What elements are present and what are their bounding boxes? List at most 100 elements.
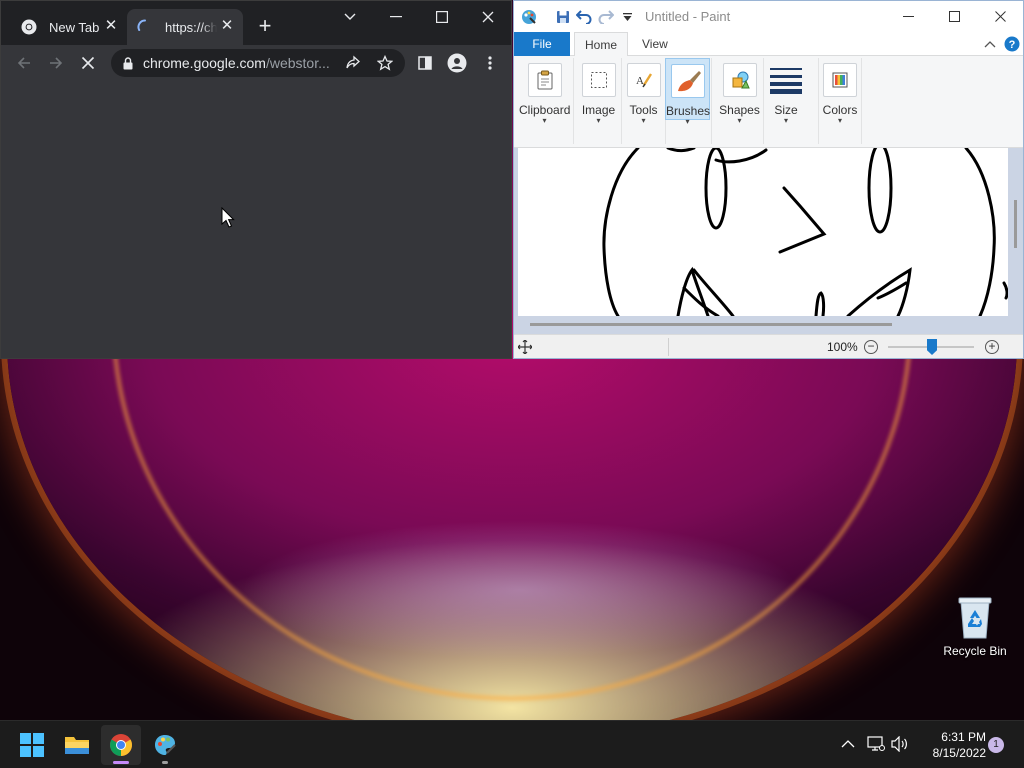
show-hidden-icons-button[interactable] (837, 733, 859, 755)
start-button[interactable] (12, 725, 52, 765)
group-label: Size (774, 103, 798, 117)
chrome-window: New Tab ✕ https://ch ✕ + chrome.google.c… (0, 0, 512, 359)
dropdown-icon (622, 13, 632, 21)
share-icon[interactable] (345, 55, 361, 74)
group-label: Clipboard (519, 103, 571, 117)
recycle-bin-icon (956, 594, 994, 640)
paint-minimize-button[interactable] (885, 1, 931, 32)
address-bar[interactable]: chrome.google.com/webstor... (111, 49, 405, 77)
sketch-drawing (602, 148, 1008, 316)
group-label: Brushes (666, 104, 711, 118)
paint-window: Untitled - Paint File Home View ? Clipbo… (513, 0, 1024, 359)
svg-text:?: ? (1009, 39, 1016, 51)
page-content-area[interactable] (1, 81, 511, 358)
ribbon-home: Clipboard ▾ Image ▾ A Tools ▾ Brushes ▾ … (514, 56, 1023, 148)
zoom-slider-thumb[interactable] (927, 339, 937, 355)
paint-maximize-button[interactable] (931, 1, 977, 32)
ribbon-tab-file[interactable]: File (514, 32, 570, 56)
horizontal-scrollbar[interactable] (530, 323, 892, 326)
clipboard-icon (527, 63, 562, 97)
paint-app-icon[interactable] (520, 8, 538, 26)
zoom-out-button[interactable]: − (864, 340, 878, 354)
profile-button[interactable] (443, 49, 471, 77)
chrome-icon (110, 734, 132, 756)
recycle-bin-shortcut[interactable]: Recycle Bin (942, 594, 1008, 658)
dropdown-icon: ▾ (837, 116, 842, 125)
undo-icon (576, 10, 592, 24)
taskbar-clock[interactable]: 6:31 PM 8/15/2022 (914, 729, 986, 761)
volume-button[interactable] (889, 733, 911, 755)
dropdown-icon: ▾ (596, 116, 601, 125)
close-window-button[interactable] (465, 1, 511, 33)
ribbon-group-tools[interactable]: A Tools ▾ (622, 58, 666, 144)
ribbon-tab-view[interactable]: View (632, 32, 678, 56)
undo-button[interactable] (575, 8, 593, 26)
taskbar-chrome[interactable] (101, 725, 141, 765)
url-path: /webstor... (265, 55, 330, 71)
group-label: Colors (822, 103, 858, 117)
lock-icon[interactable] (123, 56, 133, 70)
taskbar-file-explorer[interactable] (57, 725, 97, 765)
canvas-workspace[interactable] (514, 148, 1023, 334)
move-cursor-icon (517, 339, 533, 357)
tab-new-tab[interactable]: New Tab ✕ (11, 9, 127, 45)
drawing-canvas[interactable] (518, 148, 1008, 316)
side-panel-button[interactable] (411, 49, 439, 77)
more-menu-button[interactable] (476, 49, 504, 77)
maximize-icon (436, 11, 448, 23)
ribbon-group-clipboard[interactable]: Clipboard ▾ (516, 58, 574, 144)
ribbon-group-shapes[interactable]: Shapes ▾ (716, 58, 764, 144)
dropdown-icon: ▾ (737, 116, 742, 125)
maximize-button[interactable] (419, 1, 465, 33)
vertical-scrollbar[interactable] (1014, 200, 1017, 248)
stop-loading-button[interactable] (74, 49, 102, 77)
tab-webstore[interactable]: https://ch ✕ (127, 9, 243, 45)
dropdown-icon: ▾ (542, 116, 547, 125)
brush-icon (670, 64, 705, 98)
minimize-icon (390, 16, 402, 18)
redo-button[interactable] (597, 8, 615, 26)
file-explorer-icon (65, 737, 89, 754)
zoom-level: 100% (827, 340, 858, 354)
ribbon-group-brushes[interactable]: Brushes ▾ (664, 58, 712, 144)
group-label: Tools (629, 103, 658, 117)
shapes-icon (722, 63, 757, 97)
recycle-bin-label: Recycle Bin (943, 644, 1007, 658)
address-bar-url[interactable]: chrome.google.com/webstor... (143, 55, 343, 71)
ribbon-group-colors[interactable]: Colors ▾ (818, 58, 862, 144)
paint-close-button[interactable] (977, 1, 1023, 32)
zoom-in-button[interactable]: + (985, 340, 999, 354)
save-icon (557, 11, 569, 23)
new-tab-button[interactable]: + (253, 15, 277, 39)
dropdown-icon: ▾ (685, 117, 690, 126)
size-icon (769, 63, 803, 97)
taskbar-paint[interactable] (145, 725, 185, 765)
tools-icon: A (626, 63, 661, 97)
customize-qat-button[interactable] (618, 8, 636, 26)
collapse-ribbon-icon[interactable] (984, 37, 996, 51)
ribbon-group-size[interactable]: Size ▾ (764, 58, 808, 144)
select-icon (581, 63, 616, 97)
chevron-up-icon (841, 740, 855, 748)
forward-button[interactable] (42, 49, 70, 77)
star-icon[interactable] (376, 54, 394, 74)
ribbon-group-image[interactable]: Image ▾ (576, 58, 622, 144)
chrome-toolbar: chrome.google.com/webstor... (1, 45, 511, 81)
network-status-button[interactable] (865, 733, 887, 755)
side-panel-icon (418, 56, 432, 70)
help-icon[interactable]: ? (1004, 36, 1020, 55)
chrome-favicon-icon (21, 19, 37, 35)
group-label: Shapes (719, 103, 760, 117)
profile-icon (447, 53, 467, 73)
back-button[interactable] (10, 49, 38, 77)
minimize-button[interactable] (373, 1, 419, 33)
close-tab-icon[interactable]: ✕ (103, 18, 119, 34)
mouse-cursor-icon (221, 207, 235, 228)
close-tab-icon[interactable]: ✕ (219, 18, 235, 34)
tab-search-button[interactable] (327, 1, 373, 33)
url-host: chrome.google.com (143, 55, 266, 71)
ribbon-tabs: File Home View ? (514, 32, 1023, 57)
notification-badge[interactable]: 1 (988, 737, 1004, 753)
ribbon-tab-home[interactable]: Home (574, 32, 629, 57)
save-button[interactable] (554, 8, 572, 26)
